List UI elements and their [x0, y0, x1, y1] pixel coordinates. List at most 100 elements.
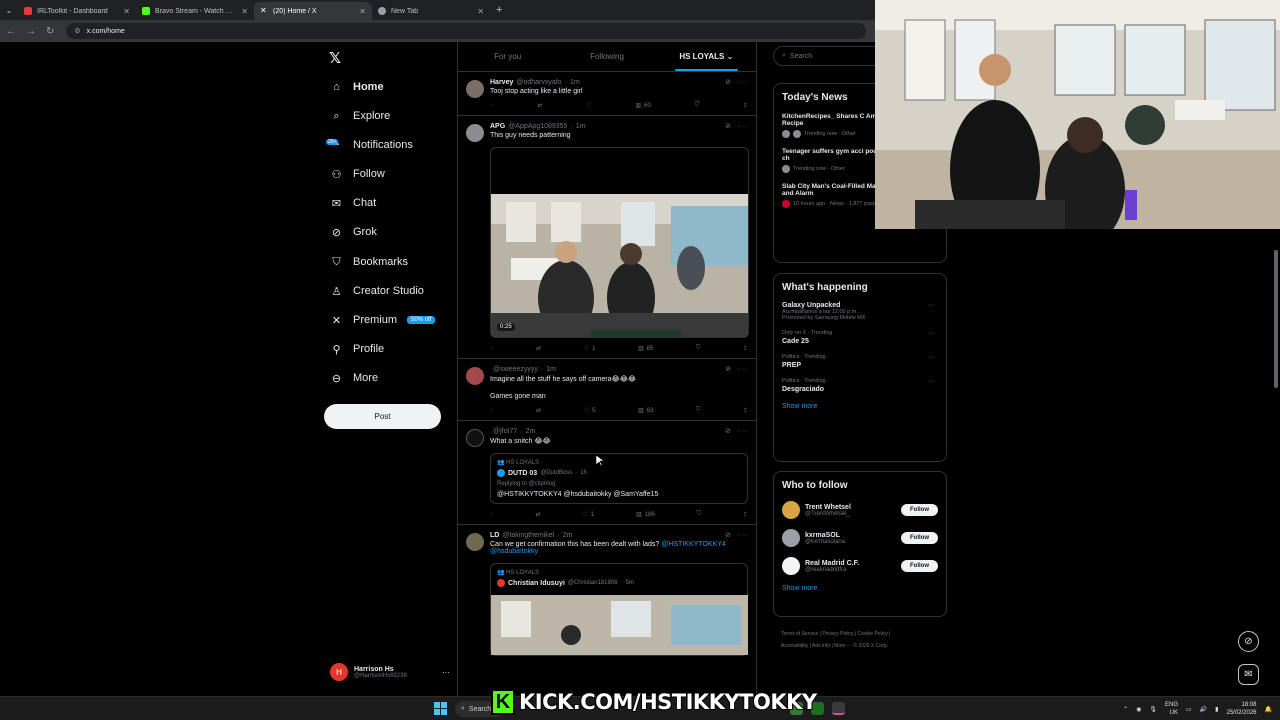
show-more-link[interactable]: Show more	[782, 403, 938, 410]
tweet-author-handle[interactable]: @ridharvxyafo	[516, 79, 561, 86]
sidebar-item-notifications[interactable]: ◔ 20+ Notifications	[326, 135, 413, 155]
more-dots-icon[interactable]: ···	[442, 668, 450, 677]
views-button[interactable]: ▥ 85	[638, 345, 653, 353]
more-dots-icon[interactable]: ···	[738, 123, 748, 130]
browser-tab[interactable]: IRLToolkit - Dashboard ✕	[18, 2, 136, 20]
bookmark-icon[interactable]: ⛉	[696, 407, 701, 414]
more-dots-icon[interactable]: ···	[738, 366, 748, 373]
tweet-author-handle[interactable]: @jfot77	[493, 428, 517, 435]
forward-icon[interactable]: →	[26, 26, 36, 37]
more-dots-icon[interactable]: ···	[927, 354, 934, 361]
battery-icon[interactable]: ▮	[1215, 706, 1218, 713]
more-dots-icon[interactable]: ···	[927, 330, 934, 337]
sidebar-item-explore[interactable]: ⌕ Explore	[330, 106, 390, 126]
sidebar-item-premium[interactable]: ✕ Premium 50% off	[330, 310, 436, 330]
views-button[interactable]: ▥ 60	[635, 102, 650, 110]
grok-icon[interactable]: ⊘	[725, 79, 732, 86]
more-dots-icon[interactable]: ···	[927, 302, 934, 309]
back-icon[interactable]: ←	[6, 26, 16, 37]
tweet-time[interactable]: 1m	[570, 79, 580, 86]
grok-icon[interactable]: ⊘	[725, 428, 732, 435]
address-bar[interactable]: ⚙ x.com/home	[66, 23, 867, 39]
windows-start-icon[interactable]	[434, 702, 447, 715]
avatar[interactable]	[782, 529, 800, 547]
retweet-icon[interactable]: ⇄	[536, 345, 541, 352]
trend-item[interactable]: Politics · Trending PREP ···	[782, 354, 938, 369]
like-button[interactable]: ♡ 5	[584, 407, 596, 415]
post-button[interactable]: Post	[324, 404, 441, 429]
tab-close-icon[interactable]: ✕	[477, 7, 484, 16]
tweet[interactable]: APG @AppApg1089355 · 1m ⊘ ··· This guy ne…	[458, 116, 756, 359]
more-dots-icon[interactable]: ···	[738, 532, 748, 539]
avatar[interactable]	[466, 533, 484, 551]
share-icon[interactable]: ⇪	[743, 511, 748, 518]
avatar[interactable]	[466, 80, 484, 98]
like-icon[interactable]: ♡	[586, 102, 591, 109]
reload-icon[interactable]: ↻	[46, 26, 54, 37]
tweet-time[interactable]: 2m	[563, 532, 573, 539]
bookmark-icon[interactable]: ⛉	[697, 511, 702, 518]
follow-suggestion[interactable]: kxrmaSOL @kxrmasolana Follow	[782, 529, 938, 547]
tab-following[interactable]: Following	[557, 42, 656, 71]
browser-tab[interactable]: Bravo Stream - Watch Live on ✕	[136, 2, 254, 20]
tab-search-chevron-icon[interactable]: ⌄	[0, 6, 18, 15]
avatar[interactable]	[782, 557, 800, 575]
tweet-time[interactable]: 1m	[546, 366, 556, 373]
video-player[interactable]: 0:25	[490, 147, 749, 338]
follow-button[interactable]: Follow	[901, 504, 938, 516]
tweet-author-name[interactable]: Harvey	[490, 79, 513, 86]
mic-icon[interactable]: 🎙	[1149, 706, 1157, 713]
reply-icon[interactable]: ◌	[490, 103, 494, 109]
tweet[interactable]: Harvey @ridharvxyafo · 1m ⊘ ··· Tooj stop…	[458, 72, 756, 116]
avatar[interactable]	[782, 501, 800, 519]
share-icon[interactable]: ⇪	[743, 407, 748, 414]
sidebar-item-bookmarks[interactable]: ⛉ Bookmarks	[330, 252, 408, 272]
tab-for-you[interactable]: For you	[458, 42, 557, 71]
bookmark-icon[interactable]: ⛉	[696, 345, 701, 352]
more-dots-icon[interactable]: ···	[927, 378, 934, 385]
trend-item[interactable]: Galaxy Unpacked Acompáñanos a las 12:00 …	[782, 302, 938, 321]
like-button[interactable]: ♡ 1	[584, 345, 596, 353]
bookmark-icon[interactable]: ⛉	[695, 102, 700, 109]
wifi-icon[interactable]: ◉	[1136, 706, 1141, 713]
sidebar-item-follow[interactable]: ⚇ Follow	[330, 164, 385, 184]
network-icon[interactable]: ▭	[1186, 706, 1192, 713]
follow-suggestion[interactable]: Real Madrid C.F. @realmadridfra Follow	[782, 557, 938, 575]
retweet-icon[interactable]: ⇄	[535, 511, 540, 518]
volume-icon[interactable]: 🔊	[1200, 706, 1207, 713]
trend-item[interactable]: Only on X · Trending Cade 25 ···	[782, 330, 938, 345]
tweet-author-handle[interactable]: @sweeezyyyy	[493, 366, 538, 373]
chevron-up-icon[interactable]: ⌃	[1123, 706, 1128, 713]
tweet-author-handle[interactable]: @takingthemikel	[502, 532, 554, 539]
tweet-author-name[interactable]: APG	[490, 123, 505, 130]
grok-icon[interactable]: ⊘	[725, 366, 732, 373]
scrollbar-thumb[interactable]	[1274, 250, 1278, 388]
messages-fab-icon[interactable]: ✉	[1238, 664, 1259, 685]
follow-button[interactable]: Follow	[901, 560, 938, 572]
sidebar-item-grok[interactable]: ⊘ Grok	[330, 222, 377, 242]
notification-bell-icon[interactable]: 🔔	[1265, 706, 1272, 713]
avatar[interactable]	[466, 124, 484, 142]
new-tab-icon[interactable]: +	[490, 4, 502, 16]
share-icon[interactable]: ⇪	[743, 345, 748, 352]
like-button[interactable]: ♡ 1	[582, 511, 594, 519]
tweet-author-handle[interactable]: @AppApg1089355	[508, 123, 567, 130]
x-logo-icon[interactable]: 𝕏	[329, 49, 341, 67]
quoted-tweet[interactable]: 👥 HS LOYALS DUTD 03 @DutdBoss · 1h Reply…	[490, 453, 748, 504]
footer-line[interactable]: Terms of Service | Privacy Policy | Cook…	[781, 628, 941, 640]
site-info-icon[interactable]: ⚙	[74, 27, 80, 35]
reply-icon[interactable]: ◌	[490, 408, 494, 414]
follow-suggestion[interactable]: Trent Whetsel @TrentWhetsel_ Follow	[782, 501, 938, 519]
search-input[interactable]: ⌕ Search	[773, 46, 883, 66]
retweet-icon[interactable]: ⇄	[537, 102, 542, 109]
trend-item[interactable]: Politics · Trending Desgraciado ···	[782, 378, 938, 393]
browser-tab[interactable]: New Tab ✕	[372, 2, 490, 20]
tweet[interactable]: @sweeezyyyy · 1m ⊘ ··· Imagine all the st…	[458, 359, 756, 421]
reply-icon[interactable]: ◌	[490, 346, 494, 352]
share-icon[interactable]: ⇪	[743, 102, 748, 109]
avatar[interactable]	[466, 367, 484, 385]
more-dots-icon[interactable]: ···	[738, 79, 748, 86]
browser-tab-active[interactable]: ✕ (20) Home / X ✕	[254, 2, 372, 20]
sidebar-item-profile[interactable]: ⚲ Profile	[330, 339, 384, 359]
taskbar-app-icon[interactable]	[832, 702, 845, 715]
